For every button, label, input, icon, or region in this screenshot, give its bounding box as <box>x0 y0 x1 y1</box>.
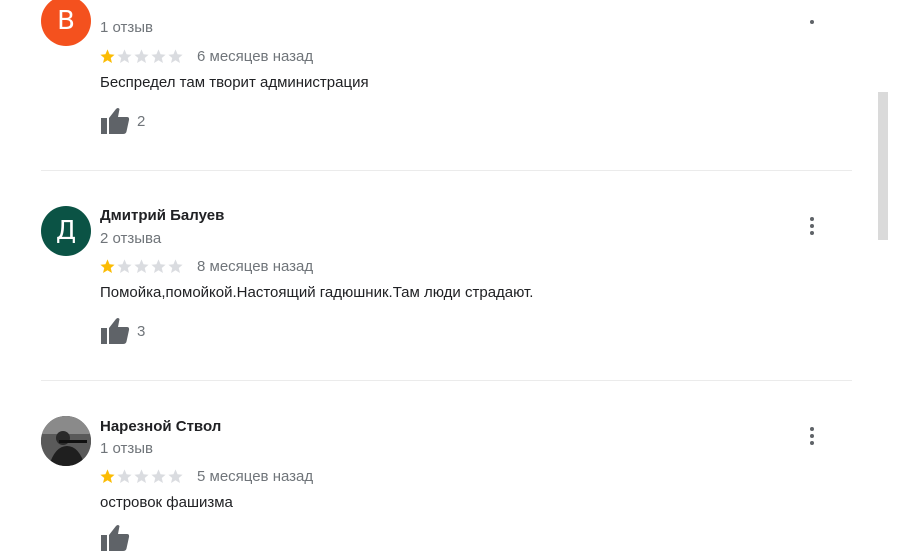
more-vert-icon <box>810 427 814 445</box>
avatar[interactable]: Д <box>41 206 91 256</box>
star-empty-icon <box>117 469 132 484</box>
avatar[interactable]: В <box>41 0 91 46</box>
star-filled-icon <box>100 469 115 484</box>
star-rating <box>99 258 184 275</box>
reviewer-review-count[interactable]: 2 отзыва <box>100 230 161 247</box>
star-empty-icon <box>134 49 149 64</box>
review-date: 8 месяцев назад <box>197 258 314 275</box>
review-text: Помойка,помойкой.Настоящий гадюшник.Там … <box>100 284 534 301</box>
like-count: 2 <box>137 112 146 130</box>
star-empty-icon <box>117 49 132 64</box>
more-vert-icon <box>810 217 814 235</box>
review-date: 6 месяцев назад <box>197 48 314 65</box>
review-date: 5 месяцев назад <box>197 468 314 485</box>
thumb-up-icon <box>101 318 130 344</box>
thumb-up-icon <box>101 108 130 134</box>
reviewer-name[interactable]: Дмитрий Балуев <box>100 207 224 224</box>
like-count: 3 <box>137 322 146 340</box>
like-button[interactable] <box>100 524 130 552</box>
avatar-letter: Д <box>55 216 77 246</box>
star-empty-icon <box>168 49 183 64</box>
star-empty-icon <box>134 469 149 484</box>
star-rating <box>99 48 184 65</box>
star-empty-icon <box>151 49 166 64</box>
review-divider <box>41 170 852 171</box>
more-options-button[interactable] <box>802 424 822 448</box>
review-text: островок фашизма <box>100 494 233 511</box>
star-filled-icon <box>100 259 115 274</box>
avatar[interactable] <box>41 416 91 466</box>
more-options-button[interactable] <box>802 214 822 238</box>
star-empty-icon <box>151 469 166 484</box>
thumb-up-icon <box>101 525 130 551</box>
star-empty-icon <box>168 469 183 484</box>
avatar-photo <box>41 416 91 466</box>
more-options-button[interactable] <box>802 10 822 34</box>
star-empty-icon <box>168 259 183 274</box>
avatar-letter: В <box>57 6 75 36</box>
review-text: Беспредел там творит администрация <box>100 74 369 91</box>
like-button[interactable]: 2 <box>100 107 145 135</box>
star-empty-icon <box>134 259 149 274</box>
review-divider <box>41 380 852 381</box>
like-button[interactable]: 3 <box>100 317 145 345</box>
star-empty-icon <box>151 259 166 274</box>
star-rating <box>99 468 184 485</box>
reviewer-name[interactable]: Нарезной Ствол <box>100 418 221 435</box>
reviewer-review-count[interactable]: 1 отзыв <box>100 440 153 457</box>
star-filled-icon <box>100 49 115 64</box>
more-vert-icon <box>810 20 814 24</box>
reviewer-review-count[interactable]: 1 отзыв <box>100 19 153 36</box>
star-empty-icon <box>117 259 132 274</box>
scrollbar-thumb[interactable] <box>878 92 888 240</box>
